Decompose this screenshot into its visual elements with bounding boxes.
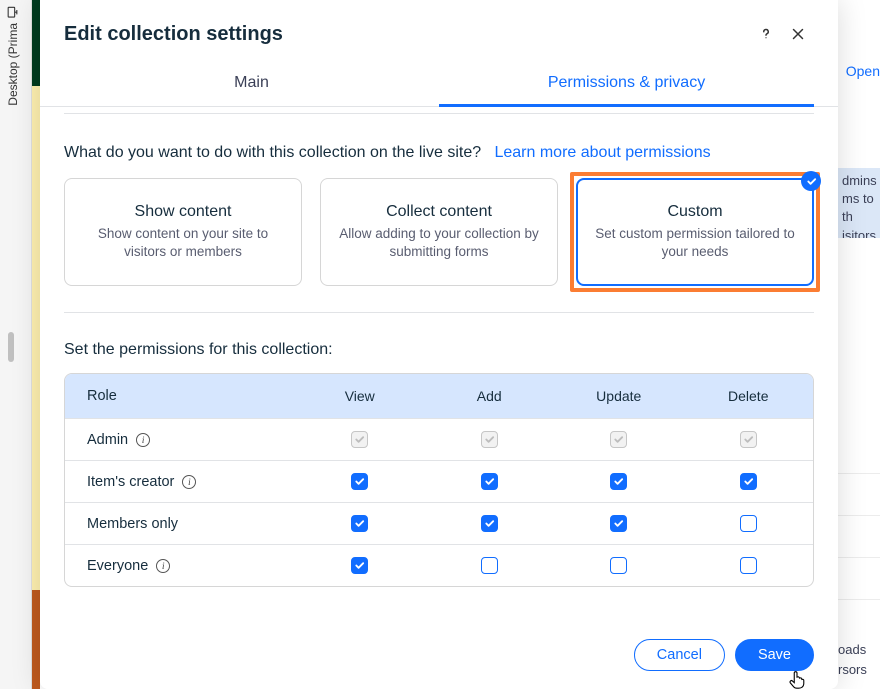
modal-footer: Cancel Save — [40, 621, 838, 689]
close-button[interactable] — [782, 18, 814, 50]
checkbox-admin-delete — [740, 431, 757, 448]
checkbox-admin-update — [610, 431, 627, 448]
tabs: Main Permissions & privacy — [40, 60, 838, 107]
checkbox-everyone-update[interactable] — [610, 557, 627, 574]
info-icon[interactable]: i — [136, 433, 150, 447]
bg-row-stubs — [838, 432, 880, 600]
info-icon[interactable]: i — [156, 559, 170, 573]
save-button[interactable]: Save — [735, 639, 814, 671]
checkbox-members-update[interactable] — [610, 515, 627, 532]
checkbox-members-delete[interactable] — [740, 515, 757, 532]
card-show-content[interactable]: Show content Show content on your site t… — [64, 178, 302, 286]
help-button[interactable] — [750, 18, 782, 50]
question-row: What do you want to do with this collect… — [64, 114, 814, 178]
card-collect-content[interactable]: Collect content Allow adding to your col… — [320, 178, 558, 286]
info-icon[interactable]: i — [182, 475, 196, 489]
col-role: Role — [65, 388, 295, 404]
role-cell: Everyone i — [65, 558, 295, 574]
role-label: Item's creator — [87, 474, 174, 490]
checkbox-creator-delete[interactable] — [740, 473, 757, 490]
learn-more-link[interactable]: Learn more about permissions — [494, 144, 710, 161]
table-header-row: Role View Add Update Delete — [65, 374, 813, 418]
bg-bottom-text: oads rsors — [838, 640, 880, 679]
tab-main[interactable]: Main — [64, 60, 439, 106]
checkbox-members-view[interactable] — [351, 515, 368, 532]
bg-accent-strip — [32, 86, 40, 590]
card-title: Collect content — [335, 203, 543, 221]
checkbox-admin-view — [351, 431, 368, 448]
checkbox-everyone-add[interactable] — [481, 557, 498, 574]
checkbox-members-add[interactable] — [481, 515, 498, 532]
bg-scrollbar-thumb[interactable] — [8, 332, 14, 362]
desktop-icon — [7, 6, 20, 19]
help-icon — [757, 25, 775, 43]
edit-collection-modal: Edit collection settings Main Permission… — [40, 0, 838, 689]
checkbox-creator-view[interactable] — [351, 473, 368, 490]
question-text: What do you want to do with this collect… — [64, 144, 481, 161]
role-label: Everyone — [87, 558, 148, 574]
permission-mode-cards: Show content Show content on your site t… — [64, 178, 814, 313]
bg-desktop-text: Desktop (Prima — [6, 23, 20, 106]
card-custom[interactable]: Custom Set custom permission tailored to… — [576, 178, 814, 286]
permissions-table: Role View Add Update Delete Admin i — [64, 373, 814, 587]
modal-header: Edit collection settings — [40, 0, 838, 60]
card-desc: Show content on your site to visitors or… — [79, 225, 287, 261]
role-cell: Item's creator i — [65, 474, 295, 490]
selected-badge — [801, 171, 821, 191]
col-delete: Delete — [684, 388, 814, 404]
checkbox-everyone-delete[interactable] — [740, 557, 757, 574]
checkmark-icon — [806, 176, 817, 187]
table-row: Members only — [65, 502, 813, 544]
card-title: Show content — [79, 203, 287, 221]
checkbox-creator-update[interactable] — [610, 473, 627, 490]
card-title: Custom — [591, 203, 799, 221]
bg-accent-strip — [32, 0, 40, 86]
close-icon — [789, 25, 807, 43]
permissions-heading: Set the permissions for this collection: — [64, 313, 814, 373]
bg-open-link[interactable]: Open — [838, 55, 880, 87]
role-label: Members only — [87, 516, 178, 532]
table-row: Admin i — [65, 418, 813, 460]
table-row: Item's creator i — [65, 460, 813, 502]
modal-title: Edit collection settings — [64, 23, 750, 46]
col-update: Update — [554, 388, 684, 404]
role-cell: Admin i — [65, 432, 295, 448]
role-label: Admin — [87, 432, 128, 448]
modal-body: What do you want to do with this collect… — [40, 107, 838, 621]
bg-info-box: dmins ms to th isitors. ons — [838, 168, 880, 238]
col-add: Add — [425, 388, 555, 404]
col-view: View — [295, 388, 425, 404]
bg-desktop-label: Desktop (Prima — [4, 0, 22, 112]
table-row: Everyone i — [65, 544, 813, 586]
card-desc: Allow adding to your collection by submi… — [335, 225, 543, 261]
role-cell: Members only — [65, 516, 295, 532]
tab-permissions[interactable]: Permissions & privacy — [439, 60, 814, 106]
checkbox-creator-add[interactable] — [481, 473, 498, 490]
bg-accent-strip — [32, 590, 40, 689]
cancel-button[interactable]: Cancel — [634, 639, 725, 671]
card-desc: Set custom permission tailored to your n… — [591, 225, 799, 261]
checkbox-everyone-view[interactable] — [351, 557, 368, 574]
checkbox-admin-add — [481, 431, 498, 448]
